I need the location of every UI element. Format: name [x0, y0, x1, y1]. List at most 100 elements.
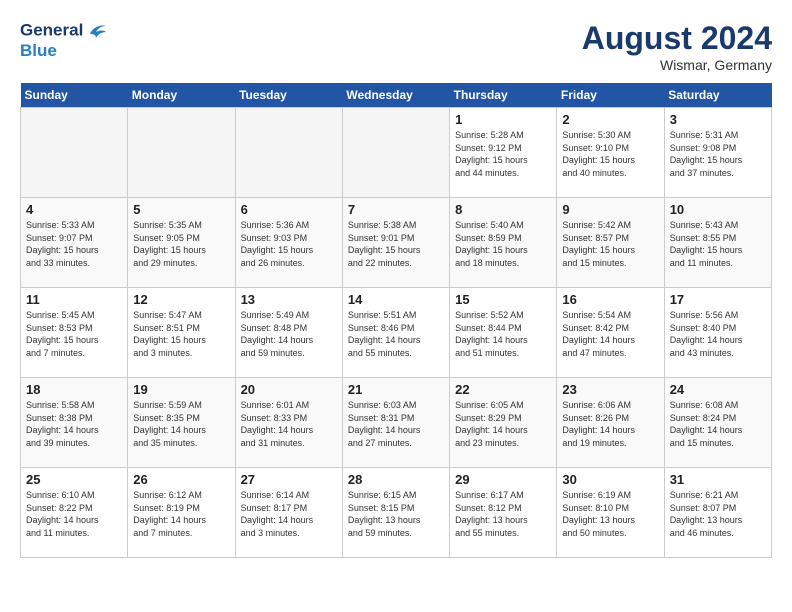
day-number: 1 — [455, 112, 551, 127]
month-year-title: August 2024 — [582, 20, 772, 57]
calendar-day-cell: 22 Sunrise: 6:05 AM Sunset: 8:29 PM Dayli… — [450, 378, 557, 468]
day-info-text: Sunrise: 6:15 AM Sunset: 8:15 PM Dayligh… — [348, 489, 444, 539]
day-info-text: Sunrise: 5:52 AM Sunset: 8:44 PM Dayligh… — [455, 309, 551, 359]
day-info-text: Sunrise: 5:33 AM Sunset: 9:07 PM Dayligh… — [26, 219, 122, 269]
day-info-text: Sunrise: 6:05 AM Sunset: 8:29 PM Dayligh… — [455, 399, 551, 449]
calendar-day-cell: 16 Sunrise: 5:54 AM Sunset: 8:42 PM Dayli… — [557, 288, 664, 378]
day-number: 11 — [26, 292, 122, 307]
calendar-day-cell: 10 Sunrise: 5:43 AM Sunset: 8:55 PM Dayli… — [664, 198, 771, 288]
day-number: 19 — [133, 382, 229, 397]
calendar-day-cell: 24 Sunrise: 6:08 AM Sunset: 8:24 PM Dayli… — [664, 378, 771, 468]
day-info-text: Sunrise: 6:01 AM Sunset: 8:33 PM Dayligh… — [241, 399, 337, 449]
day-number: 21 — [348, 382, 444, 397]
day-number: 24 — [670, 382, 766, 397]
day-info-text: Sunrise: 5:35 AM Sunset: 9:05 PM Dayligh… — [133, 219, 229, 269]
day-number: 29 — [455, 472, 551, 487]
day-number: 20 — [241, 382, 337, 397]
day-info-text: Sunrise: 5:49 AM Sunset: 8:48 PM Dayligh… — [241, 309, 337, 359]
day-info-text: Sunrise: 6:10 AM Sunset: 8:22 PM Dayligh… — [26, 489, 122, 539]
day-info-text: Sunrise: 5:28 AM Sunset: 9:12 PM Dayligh… — [455, 129, 551, 179]
day-info-text: Sunrise: 5:36 AM Sunset: 9:03 PM Dayligh… — [241, 219, 337, 269]
day-number: 26 — [133, 472, 229, 487]
calendar-day-cell: 12Sunrise: 5:47 AM Sunset: 8:51 PM Dayli… — [128, 288, 235, 378]
day-number: 14 — [348, 292, 444, 307]
day-number: 9 — [562, 202, 658, 217]
calendar-week-row: 4 Sunrise: 5:33 AM Sunset: 9:07 PM Daylig… — [21, 198, 772, 288]
day-info-text: Sunrise: 5:42 AM Sunset: 8:57 PM Dayligh… — [562, 219, 658, 269]
day-number: 13 — [241, 292, 337, 307]
calendar-day-cell: 13 Sunrise: 5:49 AM Sunset: 8:48 PM Dayli… — [235, 288, 342, 378]
calendar-day-cell: 31 Sunrise: 6:21 AM Sunset: 8:07 PM Dayli… — [664, 468, 771, 558]
calendar-day-cell: 30 Sunrise: 6:19 AM Sunset: 8:10 PM Dayli… — [557, 468, 664, 558]
day-info-text: Sunrise: 5:54 AM Sunset: 8:42 PM Dayligh… — [562, 309, 658, 359]
day-number: 8 — [455, 202, 551, 217]
calendar-day-cell: 29 Sunrise: 6:17 AM Sunset: 8:12 PM Dayli… — [450, 468, 557, 558]
location-subtitle: Wismar, Germany — [582, 57, 772, 73]
day-info-text: Sunrise: 5:40 AM Sunset: 8:59 PM Dayligh… — [455, 219, 551, 269]
calendar-day-cell: 20 Sunrise: 6:01 AM Sunset: 8:33 PM Dayli… — [235, 378, 342, 468]
calendar-day-cell: 3 Sunrise: 5:31 AM Sunset: 9:08 PM Daylig… — [664, 108, 771, 198]
weekday-header-cell: Friday — [557, 83, 664, 108]
day-info-text: Sunrise: 5:58 AM Sunset: 8:38 PM Dayligh… — [26, 399, 122, 449]
weekday-header-cell: Sunday — [21, 83, 128, 108]
calendar-day-cell: 11 Sunrise: 5:45 AM Sunset: 8:53 PM Dayli… — [21, 288, 128, 378]
day-number: 6 — [241, 202, 337, 217]
calendar-day-cell: 26 Sunrise: 6:12 AM Sunset: 8:19 PM Dayli… — [128, 468, 235, 558]
weekday-header-cell: Thursday — [450, 83, 557, 108]
day-info-text: Sunrise: 6:12 AM Sunset: 8:19 PM Dayligh… — [133, 489, 229, 539]
calendar-week-row: 25 Sunrise: 6:10 AM Sunset: 8:22 PM Dayli… — [21, 468, 772, 558]
day-number: 27 — [241, 472, 337, 487]
day-info-text: Sunrise: 5:43 AM Sunset: 8:55 PM Dayligh… — [670, 219, 766, 269]
calendar-day-cell: 1 Sunrise: 5:28 AM Sunset: 9:12 PM Daylig… — [450, 108, 557, 198]
day-number: 17 — [670, 292, 766, 307]
day-info-text: Sunrise: 5:31 AM Sunset: 9:08 PM Dayligh… — [670, 129, 766, 179]
day-info-text: Sunrise: 5:30 AM Sunset: 9:10 PM Dayligh… — [562, 129, 658, 179]
calendar-day-cell: 25 Sunrise: 6:10 AM Sunset: 8:22 PM Dayli… — [21, 468, 128, 558]
calendar-day-cell: 18 Sunrise: 5:58 AM Sunset: 8:38 PM Dayli… — [21, 378, 128, 468]
day-number: 31 — [670, 472, 766, 487]
day-info-text: Sunrise: 5:45 AM Sunset: 8:53 PM Dayligh… — [26, 309, 122, 359]
day-number: 10 — [670, 202, 766, 217]
day-info-text: Sunrise: 5:38 AM Sunset: 9:01 PM Dayligh… — [348, 219, 444, 269]
calendar-day-cell: 2Sunrise: 5:30 AM Sunset: 9:10 PM Daylig… — [557, 108, 664, 198]
page-header: General Blue August 2024 Wismar, Germany — [20, 20, 772, 73]
day-number: 23 — [562, 382, 658, 397]
day-number: 28 — [348, 472, 444, 487]
day-info-text: Sunrise: 6:08 AM Sunset: 8:24 PM Dayligh… — [670, 399, 766, 449]
day-info-text: Sunrise: 5:51 AM Sunset: 8:46 PM Dayligh… — [348, 309, 444, 359]
day-info-text: Sunrise: 6:21 AM Sunset: 8:07 PM Dayligh… — [670, 489, 766, 539]
day-number: 3 — [670, 112, 766, 127]
calendar-day-cell: 27 Sunrise: 6:14 AM Sunset: 8:17 PM Dayli… — [235, 468, 342, 558]
weekday-header-cell: Wednesday — [342, 83, 449, 108]
day-info-text: Sunrise: 6:19 AM Sunset: 8:10 PM Dayligh… — [562, 489, 658, 539]
calendar-day-cell: 15Sunrise: 5:52 AM Sunset: 8:44 PM Dayli… — [450, 288, 557, 378]
calendar-day-cell: 9 Sunrise: 5:42 AM Sunset: 8:57 PM Daylig… — [557, 198, 664, 288]
calendar-day-cell: 21Sunrise: 6:03 AM Sunset: 8:31 PM Dayli… — [342, 378, 449, 468]
title-block: August 2024 Wismar, Germany — [582, 20, 772, 73]
logo-text: General Blue — [20, 20, 108, 61]
day-number: 18 — [26, 382, 122, 397]
weekday-header-row: SundayMondayTuesdayWednesdayThursdayFrid… — [21, 83, 772, 108]
day-number: 25 — [26, 472, 122, 487]
day-number: 30 — [562, 472, 658, 487]
day-info-text: Sunrise: 6:17 AM Sunset: 8:12 PM Dayligh… — [455, 489, 551, 539]
calendar-day-cell: 8 Sunrise: 5:40 AM Sunset: 8:59 PM Daylig… — [450, 198, 557, 288]
day-info-text: Sunrise: 6:06 AM Sunset: 8:26 PM Dayligh… — [562, 399, 658, 449]
day-number: 16 — [562, 292, 658, 307]
calendar-table: SundayMondayTuesdayWednesdayThursdayFrid… — [20, 83, 772, 558]
day-number: 4 — [26, 202, 122, 217]
calendar-day-cell: 23 Sunrise: 6:06 AM Sunset: 8:26 PM Dayli… — [557, 378, 664, 468]
calendar-day-cell: 19Sunrise: 5:59 AM Sunset: 8:35 PM Dayli… — [128, 378, 235, 468]
weekday-header-cell: Saturday — [664, 83, 771, 108]
day-number: 5 — [133, 202, 229, 217]
logo-bird-icon — [86, 20, 108, 42]
calendar-body: 1 Sunrise: 5:28 AM Sunset: 9:12 PM Daylig… — [21, 108, 772, 558]
calendar-day-cell: 7Sunrise: 5:38 AM Sunset: 9:01 PM Daylig… — [342, 198, 449, 288]
day-info-text: Sunrise: 6:14 AM Sunset: 8:17 PM Dayligh… — [241, 489, 337, 539]
calendar-day-cell — [21, 108, 128, 198]
calendar-day-cell: 6 Sunrise: 5:36 AM Sunset: 9:03 PM Daylig… — [235, 198, 342, 288]
day-number: 22 — [455, 382, 551, 397]
calendar-day-cell: 4 Sunrise: 5:33 AM Sunset: 9:07 PM Daylig… — [21, 198, 128, 288]
calendar-week-row: 11 Sunrise: 5:45 AM Sunset: 8:53 PM Dayli… — [21, 288, 772, 378]
calendar-day-cell — [342, 108, 449, 198]
